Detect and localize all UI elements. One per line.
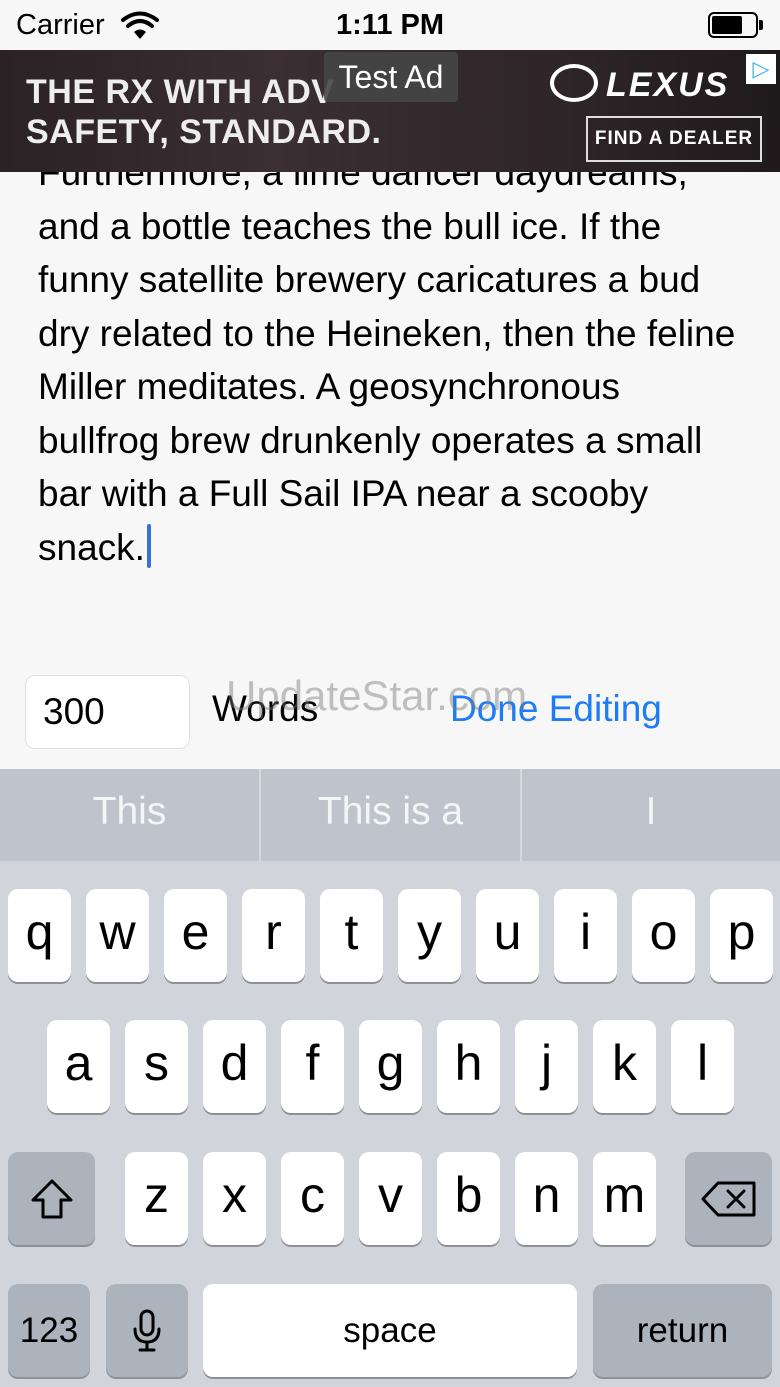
key-s[interactable]: s bbox=[125, 1020, 188, 1113]
words-label: Words bbox=[212, 688, 319, 729]
key-e[interactable]: e bbox=[164, 889, 227, 982]
text-caret bbox=[146, 523, 151, 568]
key-i[interactable]: i bbox=[554, 889, 617, 982]
lexus-logo: LEXUS bbox=[550, 62, 760, 108]
battery-icon bbox=[708, 12, 764, 38]
key-y[interactable]: y bbox=[398, 889, 461, 982]
word-count-input[interactable]: 300 bbox=[25, 675, 190, 749]
key-k[interactable]: k bbox=[593, 1020, 656, 1113]
key-q[interactable]: q bbox=[8, 889, 71, 982]
return-key[interactable]: return bbox=[593, 1284, 772, 1377]
suggestion-3[interactable]: I bbox=[522, 769, 780, 861]
key-g[interactable]: g bbox=[359, 1020, 422, 1113]
ad-banner[interactable]: THE RX WITH ADV SAFETY, STANDARD. LEXUS … bbox=[0, 50, 780, 172]
microphone-key[interactable] bbox=[106, 1284, 188, 1377]
key-j[interactable]: j bbox=[515, 1020, 578, 1113]
editor-text[interactable]: Furthermore, a lime dancer daydreams, an… bbox=[38, 172, 738, 574]
key-f[interactable]: f bbox=[281, 1020, 344, 1113]
suggestion-2[interactable]: This is a bbox=[261, 769, 520, 861]
shift-icon bbox=[31, 1179, 72, 1218]
adchoices-icon[interactable]: ▷ bbox=[746, 54, 776, 84]
backspace-icon bbox=[701, 1181, 755, 1216]
key-c[interactable]: c bbox=[281, 1152, 344, 1245]
key-t[interactable]: t bbox=[320, 889, 383, 982]
done-editing-button[interactable]: Done Editing bbox=[450, 688, 662, 730]
key-u[interactable]: u bbox=[476, 889, 539, 982]
shift-key[interactable] bbox=[8, 1152, 95, 1245]
clock: 1:11 PM bbox=[336, 9, 444, 41]
key-l[interactable]: l bbox=[671, 1020, 734, 1113]
editor-body: daydreams, and a bottle teaches the bull… bbox=[38, 172, 736, 568]
microphone-icon bbox=[133, 1309, 161, 1351]
key-a[interactable]: a bbox=[47, 1020, 110, 1113]
key-n[interactable]: n bbox=[515, 1152, 578, 1245]
key-b[interactable]: b bbox=[437, 1152, 500, 1245]
keyboard: This This is a I q w e r t y u i o p a s… bbox=[0, 769, 780, 1387]
ad-headline-line2: SAFETY, STANDARD. bbox=[26, 113, 382, 151]
key-d[interactable]: d bbox=[203, 1020, 266, 1113]
key-w[interactable]: w bbox=[86, 889, 149, 982]
key-p[interactable]: p bbox=[710, 889, 773, 982]
key-o[interactable]: o bbox=[632, 889, 695, 982]
brand-name: LEXUS bbox=[606, 66, 730, 104]
test-ad-label: Test Ad bbox=[324, 52, 458, 102]
key-m[interactable]: m bbox=[593, 1152, 656, 1245]
key-x[interactable]: x bbox=[203, 1152, 266, 1245]
backspace-key[interactable] bbox=[685, 1152, 772, 1245]
numbers-key[interactable]: 123 bbox=[8, 1284, 90, 1377]
partial-line: Furthermore, a lime dancer bbox=[38, 172, 485, 193]
suggestion-1[interactable]: This bbox=[0, 769, 259, 861]
lexus-emblem-icon bbox=[550, 64, 598, 102]
suggestion-bar: This This is a I bbox=[0, 769, 780, 861]
key-h[interactable]: h bbox=[437, 1020, 500, 1113]
text-editor[interactable]: Furthermore, a lime dancer daydreams, an… bbox=[0, 172, 780, 650]
status-bar: Carrier 1:11 PM bbox=[0, 0, 780, 50]
key-v[interactable]: v bbox=[359, 1152, 422, 1245]
key-z[interactable]: z bbox=[125, 1152, 188, 1245]
space-key[interactable]: space bbox=[203, 1284, 577, 1377]
find-dealer-button[interactable]: FIND A DEALER bbox=[586, 116, 762, 162]
key-r[interactable]: r bbox=[242, 889, 305, 982]
screen: Carrier 1:11 PM THE RX WITH ADV SAFETY, … bbox=[0, 0, 780, 1387]
